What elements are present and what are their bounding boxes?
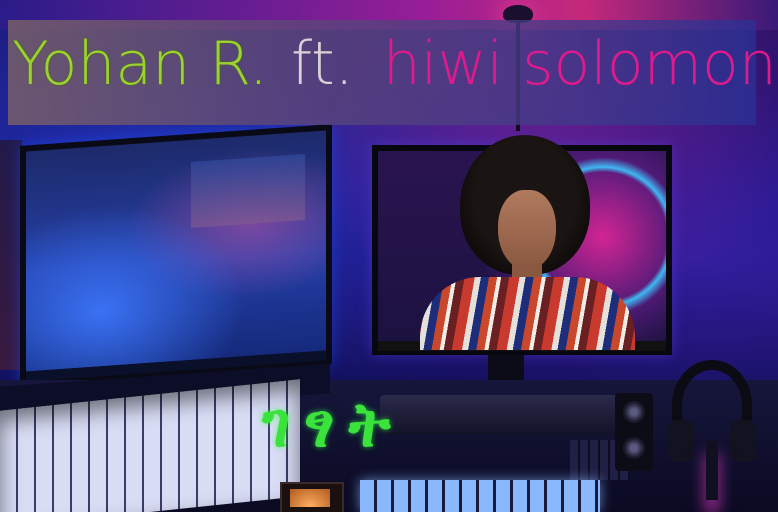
midi-controller [380,395,620,435]
headphone-stand [706,440,718,500]
singer-striped-shirt [420,277,635,350]
speaker-tweeter [623,401,645,423]
speaker-woofer [623,437,645,459]
title-text: Yohan R. ft. hiwi solomon [12,24,777,104]
song-title: ገፃት [262,388,405,461]
side-shelf [0,140,22,370]
featured-singer-photo [410,135,635,350]
headphones-on-stand [668,360,756,500]
left-monitor [20,124,332,386]
vu-meter [290,489,330,507]
left-monitor-screen [26,130,326,372]
cover-art: Yohan R. ft. hiwi solomon ገፃት [0,0,778,512]
vu-meter-amp [280,482,344,512]
headphone-left-cup [668,420,694,462]
singer-face [498,190,556,270]
featured-artist-name: hiwi solomon [382,29,777,99]
feat-label: ft. [291,29,354,99]
artist-name: Yohan R. [12,29,268,99]
studio-speaker [615,393,653,471]
rgb-computer-keyboard [360,480,600,512]
headphone-right-cup [730,420,756,462]
room-window-reflection [191,153,305,228]
